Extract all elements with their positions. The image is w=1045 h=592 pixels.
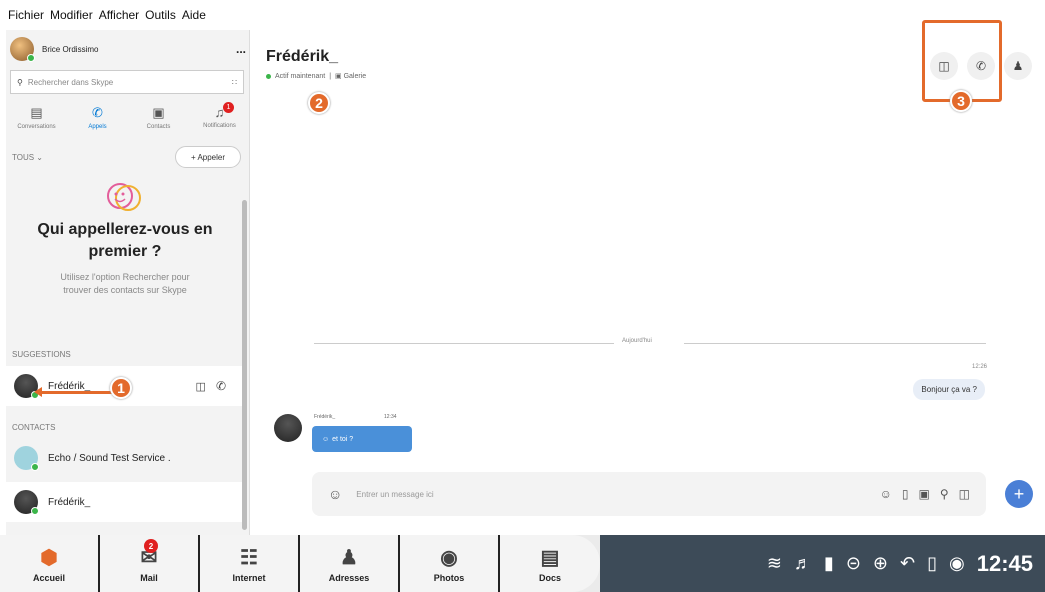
avatar <box>10 37 35 62</box>
avatar <box>274 414 302 442</box>
contact-title: Frédérik_ <box>266 48 339 65</box>
profile-name: Brice Ordissimo <box>42 44 99 54</box>
smiley-icon <box>107 183 141 211</box>
divider-right <box>684 343 986 344</box>
file-icon[interactable]: ▯ <box>902 487 909 501</box>
taskbar-addresses[interactable]: ♟ Adresses <box>300 535 400 592</box>
avatar <box>14 446 39 471</box>
empty-state-title: Qui appellerez-vous en premier ? <box>37 221 213 260</box>
taskbar-mail[interactable]: ✉ Mail 2 <box>100 535 200 592</box>
filter-dropdown[interactable]: TOUS ⌄ <box>12 153 43 162</box>
notification-badge: 1 <box>223 102 234 113</box>
home-icon: ⬢ <box>40 546 58 569</box>
contacts-header: CONTACTS <box>12 423 56 432</box>
outgoing-message: Bonjour ça va ? <box>913 379 985 400</box>
emoji-button[interactable]: ☺ <box>328 486 342 502</box>
chat-icon: ▤ <box>30 104 43 120</box>
undo-icon[interactable]: ↶ <box>900 553 915 574</box>
contact-item[interactable]: Frédérik_ <box>6 482 244 522</box>
contact-name: Echo / Sound Test Service . <box>48 452 171 464</box>
suggestions-header: SUGGESTIONS <box>12 350 71 359</box>
help-icon[interactable]: ◉ <box>949 553 965 574</box>
trash-icon[interactable]: ▯ <box>927 553 937 574</box>
message-composer[interactable]: ☺ Entrer un message ici ☺ ▯ ▣ ⚲ ◫ <box>312 472 986 516</box>
nav-tabs: ▤ Conversations ✆ Appels ▣ Contacts ♫ Notifi… <box>6 100 249 134</box>
zoom-out-icon[interactable]: ⊝ <box>846 553 861 574</box>
empty-state: Qui appellerez-vous en premier ? Utilise… <box>6 180 244 297</box>
contact-name: Frédérik_ <box>48 496 91 508</box>
empty-state-text: Utilisez l'option Rechercher pour trouve… <box>60 272 190 295</box>
menu-file[interactable]: Fichier <box>8 8 44 22</box>
sidebar: Brice Ordissimo ... ⚲ Rechercher dans Sk… <box>6 30 250 535</box>
step-marker: 2 <box>308 92 330 114</box>
arrow-line <box>40 391 112 394</box>
more-actions-button[interactable]: + <box>1005 480 1033 508</box>
battery-icon[interactable]: ▮ <box>824 553 834 574</box>
message-input[interactable]: Entrer un message ici <box>356 490 869 499</box>
globe-icon: ☷ <box>240 546 258 569</box>
contacts-icon: ▣ <box>152 104 165 120</box>
taskbar-home[interactable]: ⬢ Accueil <box>0 535 100 592</box>
message-time: 12:34 <box>384 414 397 420</box>
emoji-icon: ☺ <box>322 435 330 443</box>
zoom-in-icon[interactable]: ⊕ <box>873 553 888 574</box>
tab-conversations[interactable]: ▤ Conversations <box>6 100 67 134</box>
sender-name: Frédérik_ <box>314 414 336 420</box>
image-icon[interactable]: ▣ <box>919 487 930 501</box>
tab-notifications[interactable]: ♫ Notifications 1 <box>189 100 249 134</box>
taskbar-apps: ⬢ Accueil ✉ Mail 2 ☷ Internet ♟ Adresses ◉ Pho… <box>0 535 600 592</box>
menu-help[interactable]: Aide <box>182 8 206 22</box>
volume-icon[interactable]: ♬ <box>794 553 812 574</box>
more-options-button[interactable]: ... <box>236 42 246 56</box>
taskbar-photos[interactable]: ◉ Photos <box>400 535 500 592</box>
location-icon[interactable]: ⚲ <box>940 487 949 501</box>
avatar <box>14 490 39 515</box>
menu-tools[interactable]: Outils <box>145 8 176 22</box>
divider-left <box>314 343 614 344</box>
incoming-message: ☺ et toi ? <box>312 426 412 452</box>
wifi-icon[interactable]: ≋ <box>767 553 782 574</box>
clock: 12:45 <box>976 550 1033 576</box>
step-marker: 1 <box>110 377 132 399</box>
video-call-icon[interactable]: ◫ <box>196 380 206 393</box>
date-divider: Aujourd'hui <box>622 338 652 344</box>
message-time: 12:26 <box>971 364 987 370</box>
camera-icon: ◉ <box>440 546 458 569</box>
docs-icon: ▤ <box>540 546 560 569</box>
chat-panel: Frédérik_ Actif maintenant | ▣ Galerie ◫… <box>252 30 1045 535</box>
dialpad-icon[interactable]: ∷ <box>232 78 237 87</box>
menu-edit[interactable]: Modifier <box>50 8 93 22</box>
gallery-link[interactable]: ▣ Galerie <box>335 72 366 80</box>
phone-icon[interactable]: ✆ <box>216 379 226 393</box>
contact-item[interactable]: Echo / Sound Test Service . <box>6 438 244 478</box>
search-icon: ⚲ <box>17 77 23 87</box>
tab-calls[interactable]: ✆ Appels <box>67 100 128 134</box>
arrow-head <box>34 387 42 397</box>
address-icon: ♟ <box>340 546 358 569</box>
search-placeholder: Rechercher dans Skype <box>27 77 114 87</box>
search-input[interactable]: ⚲ Rechercher dans Skype ∷ <box>10 70 244 94</box>
step-marker: 3 <box>950 90 972 112</box>
sticker-icon[interactable]: ☺ <box>880 487 892 501</box>
online-dot <box>266 73 271 79</box>
system-tray: ≋ ♬ ▮ ⊝ ⊕ ↶ ▯ ◉ 12:45 <box>600 535 1045 592</box>
phone-icon: ✆ <box>92 104 103 120</box>
contact-status: Actif maintenant | ▣ Galerie <box>266 72 366 80</box>
add-people-button[interactable]: ♟ <box>1004 52 1032 80</box>
taskbar-internet[interactable]: ☷ Internet <box>200 535 300 592</box>
scrollbar[interactable] <box>242 200 247 530</box>
mail-badge: 2 <box>144 539 158 553</box>
profile[interactable]: Brice Ordissimo ... <box>10 34 246 64</box>
taskbar-docs[interactable]: ▤ Docs <box>500 535 600 592</box>
video-message-icon[interactable]: ◫ <box>959 487 970 501</box>
menu-bar: Fichier Modifier Afficher Outils Aide <box>0 0 260 30</box>
add-person-icon: ♟ <box>1012 59 1024 73</box>
tab-contacts[interactable]: ▣ Contacts <box>128 100 189 134</box>
new-call-button[interactable]: + Appeler <box>175 146 241 168</box>
menu-view[interactable]: Afficher <box>99 8 139 22</box>
taskbar: ⬢ Accueil ✉ Mail 2 ☷ Internet ♟ Adresses ◉ Pho… <box>0 535 1045 592</box>
